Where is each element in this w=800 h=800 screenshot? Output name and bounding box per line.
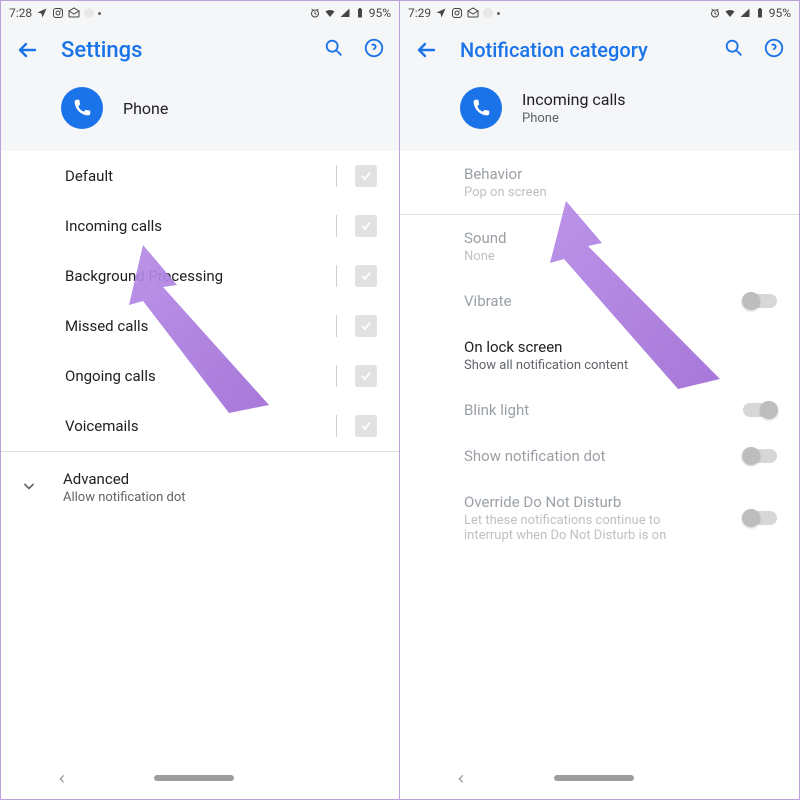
category-default[interactable]: Default — [1, 151, 399, 201]
help-button[interactable] — [763, 37, 785, 63]
setting-notification-dot[interactable]: Show notification dot — [400, 433, 799, 479]
status-bar: 7:29 95% — [400, 1, 799, 25]
setting-sound[interactable]: SoundNone — [400, 215, 799, 278]
location-icon — [435, 7, 447, 19]
toggle-dot[interactable] — [743, 449, 777, 463]
search-button[interactable] — [723, 37, 745, 63]
chevron-down-icon — [19, 476, 43, 500]
advanced-sub: Allow notification dot — [63, 490, 186, 505]
instagram-icon — [451, 7, 463, 19]
battery-icon — [354, 7, 366, 19]
alarm-icon — [309, 7, 321, 19]
checkbox-icon[interactable] — [355, 165, 377, 187]
nav-back[interactable]: ‹ — [58, 768, 65, 789]
checkbox-icon[interactable] — [355, 415, 377, 437]
category-app: Phone — [522, 111, 626, 126]
category-missed-calls[interactable]: Missed calls — [1, 301, 399, 351]
signal-icon — [739, 7, 751, 19]
category-ongoing-calls[interactable]: Ongoing calls — [1, 351, 399, 401]
location-icon — [36, 7, 48, 19]
status-time: 7:28 — [9, 6, 32, 20]
back-button[interactable] — [15, 38, 43, 62]
wifi-icon — [724, 7, 736, 19]
checkbox-icon[interactable] — [355, 265, 377, 287]
toggle-blink[interactable] — [743, 403, 777, 417]
setting-blink-light[interactable]: Blink light — [400, 387, 799, 433]
category-voicemails[interactable]: Voicemails — [1, 401, 399, 451]
settings-list: BehaviorPop on screen SoundNone Vibrate … — [400, 151, 799, 557]
wifi-icon — [324, 7, 336, 19]
more-dot-icon — [497, 12, 500, 15]
nav-bar: ‹ ▢ — [1, 761, 399, 795]
checkbox-icon[interactable] — [355, 215, 377, 237]
category-background-processing[interactable]: Background Processing — [1, 251, 399, 301]
back-button[interactable] — [414, 38, 442, 62]
nav-back[interactable]: ‹ — [457, 768, 464, 789]
setting-behavior[interactable]: BehaviorPop on screen — [400, 151, 799, 214]
settings-screen: 7:28 95% Settings — [1, 1, 400, 799]
battery-percent: 95% — [369, 6, 391, 20]
search-button[interactable] — [323, 37, 345, 63]
nav-bar: ‹ ▢ — [400, 761, 799, 795]
status-bar: 7:28 95% — [1, 1, 399, 25]
category-incoming-calls[interactable]: Incoming calls — [1, 201, 399, 251]
setting-vibrate[interactable]: Vibrate — [400, 278, 799, 324]
setting-lock-screen[interactable]: On lock screenShow all notification cont… — [400, 324, 799, 387]
checkbox-icon[interactable] — [355, 365, 377, 387]
mail-icon — [467, 7, 479, 19]
instagram-icon — [52, 7, 64, 19]
app-name: Phone — [123, 99, 168, 118]
app-bar: Settings Phone — [1, 25, 399, 151]
toggle-dnd[interactable] — [743, 511, 777, 525]
notification-dot-icon — [483, 8, 493, 18]
battery-icon — [754, 7, 766, 19]
alarm-icon — [709, 7, 721, 19]
category-name: Incoming calls — [522, 90, 626, 109]
nav-home[interactable] — [554, 775, 634, 781]
phone-app-icon — [61, 87, 103, 129]
help-button[interactable] — [363, 37, 385, 63]
advanced-section[interactable]: Advanced Allow notification dot — [1, 452, 399, 523]
page-title: Notification category — [442, 38, 723, 62]
signal-icon — [339, 7, 351, 19]
phone-app-icon — [460, 87, 502, 129]
setting-override-dnd[interactable]: Override Do Not DisturbLet these notific… — [400, 479, 799, 557]
checkbox-icon[interactable] — [355, 315, 377, 337]
page-title: Settings — [43, 38, 323, 63]
mail-icon — [68, 7, 80, 19]
nav-home[interactable] — [154, 775, 234, 781]
advanced-label: Advanced — [63, 470, 186, 488]
categories-list: Default Incoming calls Background Proces… — [1, 151, 399, 523]
battery-percent: 95% — [769, 6, 791, 20]
status-time: 7:29 — [408, 6, 431, 20]
notification-category-screen: 7:29 95% Notification category — [400, 1, 799, 799]
toggle-vibrate[interactable] — [743, 294, 777, 308]
more-dot-icon — [98, 12, 101, 15]
app-bar: Notification category Incoming calls Pho… — [400, 25, 799, 151]
notification-dot-icon — [84, 8, 94, 18]
